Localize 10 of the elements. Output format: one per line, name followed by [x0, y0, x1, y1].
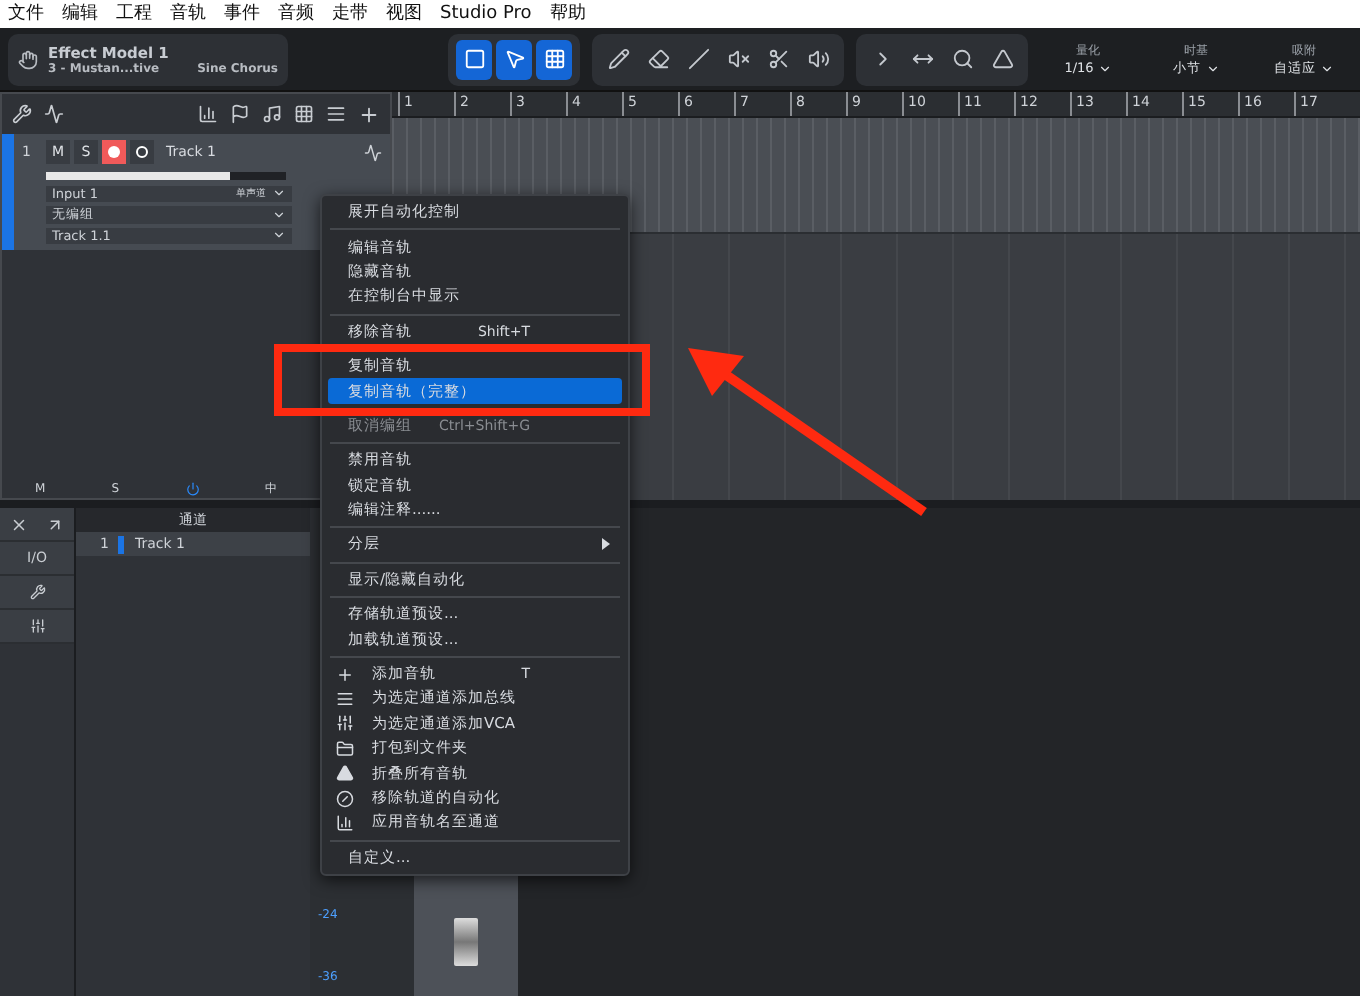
menu-entry[interactable]: Studio Pro — [440, 0, 532, 28]
menu-entry[interactable]: 事件 — [224, 0, 260, 28]
menu-entry[interactable]: 文件 — [8, 0, 44, 28]
menu-entry[interactable]: 编辑 — [62, 0, 98, 28]
menu-entry[interactable]: 工程 — [116, 0, 152, 28]
menu-entry[interactable]: 视图 — [386, 0, 422, 28]
menu-entry[interactable]: 帮助 — [549, 0, 586, 28]
menu-entry[interactable]: 音轨 — [170, 0, 206, 28]
menu-entry[interactable]: 走带 — [332, 0, 368, 28]
menu-entry[interactable]: 音频 — [278, 0, 314, 28]
